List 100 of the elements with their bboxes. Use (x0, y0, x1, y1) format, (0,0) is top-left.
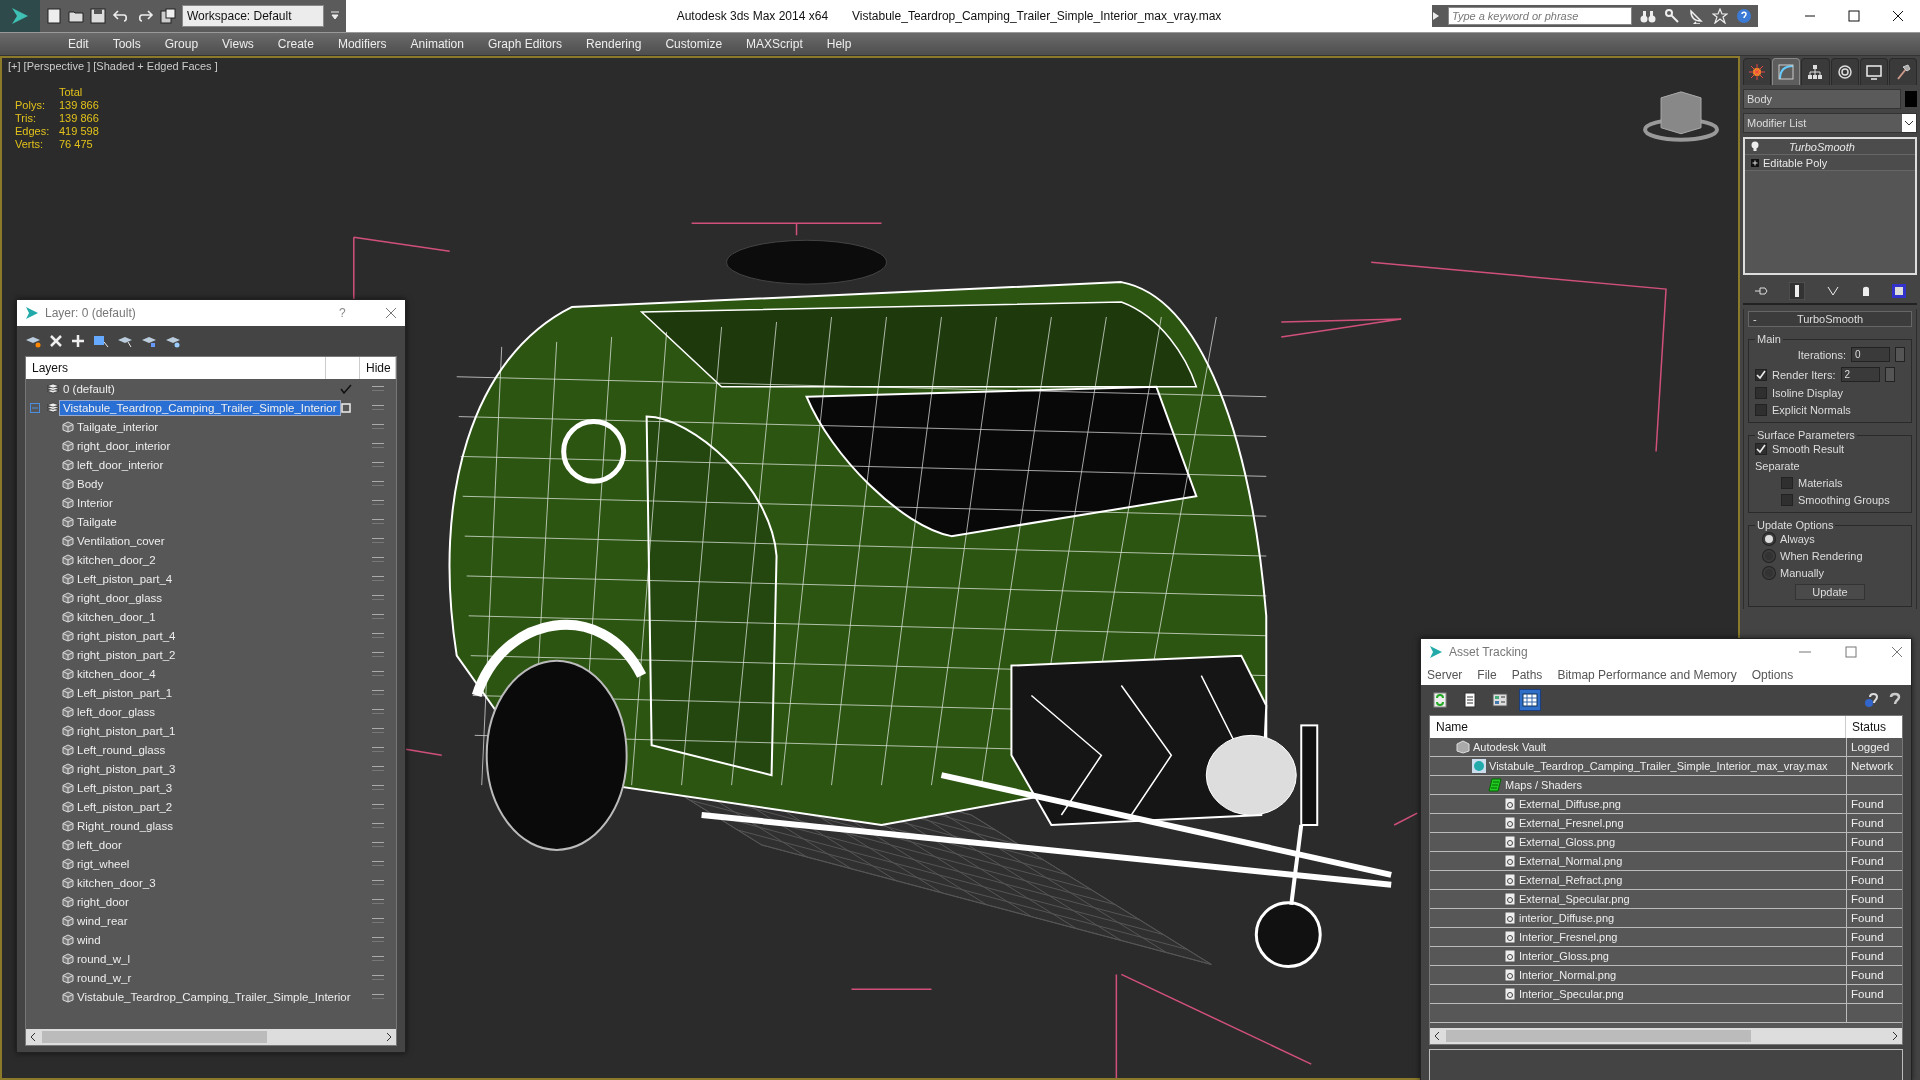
menu-item[interactable]: Views (210, 37, 266, 51)
checkbox[interactable] (1755, 404, 1767, 416)
hide-toggle-icon[interactable] (372, 633, 384, 638)
hide-toggle-icon[interactable] (372, 386, 384, 391)
layer-object-name[interactable]: right_door_glass (74, 590, 166, 605)
menu-item[interactable]: Rendering (574, 37, 654, 51)
panel-tab[interactable] (1830, 58, 1859, 85)
hide-toggle-icon[interactable] (372, 652, 384, 657)
layer-object-name[interactable]: Vistabule_Teardrop_Camping_Trailer_Simple_Interior (74, 989, 354, 1004)
app-logo-button[interactable] (0, 0, 40, 32)
hide-toggle-icon[interactable] (372, 481, 384, 486)
search-field[interactable]: Type a keyword or phrase (1448, 7, 1632, 25)
layer-object-name[interactable]: left_door_glass (74, 704, 158, 719)
hide-toggle-icon[interactable] (372, 576, 384, 581)
hide-toggle-icon[interactable] (372, 595, 384, 600)
layer-object-name[interactable]: Left_round_glass (74, 742, 169, 757)
layer-object-name[interactable]: left_door (74, 837, 125, 852)
layer-object-name[interactable]: Left_piston_part_2 (74, 799, 176, 814)
hide-toggle-icon[interactable] (372, 405, 384, 410)
panel-tab[interactable] (1772, 58, 1801, 85)
menu-item[interactable]: Graph Editors (475, 37, 574, 51)
layer-object-name[interactable]: right_piston_part_4 (74, 628, 179, 643)
checkbox[interactable] (1755, 368, 1767, 381)
menu-item[interactable]: Help (814, 37, 864, 51)
column-header[interactable]: Status (1846, 716, 1902, 738)
menu-item[interactable]: Modifiers (325, 37, 399, 51)
hide-toggle-icon[interactable] (372, 728, 384, 733)
hide-toggle-icon[interactable] (372, 899, 384, 904)
layer-object-name[interactable]: wind_rear (74, 913, 131, 928)
menu-item[interactable]: Server (1427, 668, 1463, 682)
hide-toggle-icon[interactable] (372, 937, 384, 942)
layer-object-name[interactable]: right_piston_part_2 (74, 647, 179, 662)
layer-object-name[interactable]: wind (74, 932, 104, 947)
hide-toggle-icon[interactable] (372, 880, 384, 885)
layer-object-name[interactable]: right_door_interior (74, 438, 174, 453)
hide-toggle-icon[interactable] (372, 956, 384, 961)
hide-toggle-icon[interactable] (372, 462, 384, 467)
hide-toggle-icon[interactable] (372, 918, 384, 923)
hide-toggle-icon[interactable] (372, 557, 384, 562)
radio-button[interactable] (1763, 550, 1775, 562)
spinner-arrows-icon[interactable] (1884, 367, 1895, 382)
column-header[interactable]: Name (1430, 716, 1846, 738)
menu-item[interactable]: Paths (1511, 668, 1543, 682)
hide-toggle-icon[interactable] (372, 709, 384, 714)
spinner-arrows-icon[interactable] (1895, 347, 1905, 362)
hide-toggle-icon[interactable] (372, 842, 384, 847)
hide-toggle-icon[interactable] (372, 747, 384, 752)
help-mark[interactable]: ? (339, 306, 379, 320)
hide-toggle-icon[interactable] (372, 538, 384, 543)
workspace-dropdown[interactable]: Workspace: Default (182, 5, 324, 27)
menu-item[interactable]: MAXScript (734, 37, 815, 51)
hide-toggle-icon[interactable] (372, 804, 384, 809)
check-icon[interactable] (340, 382, 352, 395)
layer-object-name[interactable]: round_w_l (74, 951, 134, 966)
layer-object-name[interactable]: Interior (74, 495, 116, 510)
view-cube-icon[interactable] (1643, 91, 1719, 142)
hide-toggle-icon[interactable] (372, 690, 384, 695)
checkbox[interactable] (1781, 477, 1793, 489)
hide-toggle-icon[interactable] (372, 785, 384, 790)
view-mode-button[interactable] (1519, 689, 1541, 711)
menu-item[interactable]: Group (152, 37, 211, 51)
radio-button[interactable] (1763, 533, 1775, 545)
radio-button[interactable] (1763, 567, 1775, 579)
hide-toggle-icon[interactable] (372, 614, 384, 619)
layer-object-name[interactable]: Left_piston_part_1 (74, 685, 176, 700)
layer-object-name[interactable]: Right_round_glass (74, 818, 176, 833)
rollout-header[interactable]: - TurboSmooth (1748, 311, 1912, 327)
layer-object-name[interactable]: right_piston_part_3 (74, 761, 179, 776)
layer-object-name[interactable]: Body (74, 476, 107, 491)
panel-tab[interactable] (1888, 58, 1918, 85)
viewport-label[interactable]: [+] [Perspective ] [Shaded + Edged Faces ] (8, 60, 1732, 72)
panel-tab[interactable] (1743, 58, 1772, 85)
panel-tab[interactable] (1801, 58, 1830, 85)
menu-item[interactable]: Create (265, 37, 326, 51)
menu-item[interactable]: Tools (100, 37, 153, 51)
panel-tab[interactable] (1859, 58, 1888, 85)
update-button[interactable]: Update (1795, 584, 1865, 600)
layer-name[interactable]: 0 (default) (60, 381, 118, 396)
layer-object-name[interactable]: kitchen_door_4 (74, 666, 159, 681)
menu-item[interactable]: Edit (56, 37, 101, 51)
menu-item[interactable]: Options (1751, 668, 1794, 682)
hide-toggle-icon[interactable] (372, 766, 384, 771)
checkbox[interactable] (1755, 387, 1767, 399)
object-name-field[interactable]: Body (1743, 89, 1901, 109)
spinner-field[interactable]: 2 (1840, 367, 1880, 382)
column-header[interactable]: Layers (26, 357, 326, 379)
collapse-toggle-icon[interactable] (30, 402, 40, 413)
layer-object-name[interactable]: left_door_interior (74, 457, 167, 472)
layer-object-name[interactable]: Left_piston_part_3 (74, 780, 176, 795)
layer-object-name[interactable]: Ventilation_cover (74, 533, 168, 548)
menu-item[interactable]: Animation (398, 37, 476, 51)
spinner-field[interactable]: 0 (1851, 347, 1890, 362)
layer-object-name[interactable]: kitchen_door_1 (74, 609, 159, 624)
menu-item[interactable]: File (1477, 668, 1497, 682)
horizontal-scrollbar[interactable] (1430, 1028, 1902, 1044)
layer-object-name[interactable]: right_piston_part_1 (74, 723, 179, 738)
hide-toggle-icon[interactable] (372, 823, 384, 828)
layer-object-name[interactable]: Left_piston_part_4 (74, 571, 176, 586)
hide-toggle-icon[interactable] (372, 671, 384, 676)
hide-toggle-icon[interactable] (372, 861, 384, 866)
